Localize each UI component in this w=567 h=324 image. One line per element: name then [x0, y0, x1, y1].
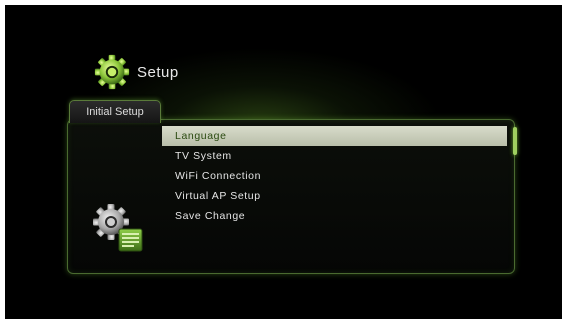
setup-menu: Language TV System WiFi Connection Virtu… [162, 126, 507, 226]
menu-item-virtual-ap-setup[interactable]: Virtual AP Setup [162, 186, 507, 206]
gear-icon [94, 54, 130, 90]
menu-item-tv-system[interactable]: TV System [162, 146, 507, 166]
tab-initial-setup[interactable]: Initial Setup [69, 100, 161, 123]
settings-document-icon [93, 204, 143, 252]
menu-item-save-change[interactable]: Save Change [162, 206, 507, 226]
menu-item-wifi-connection[interactable]: WiFi Connection [162, 166, 507, 186]
scrollbar[interactable] [513, 127, 517, 155]
page-title: Setup [137, 64, 179, 81]
menu-item-language[interactable]: Language [162, 126, 507, 146]
tv-screen: Setup Initial Setup Language TV System W… [5, 5, 562, 319]
